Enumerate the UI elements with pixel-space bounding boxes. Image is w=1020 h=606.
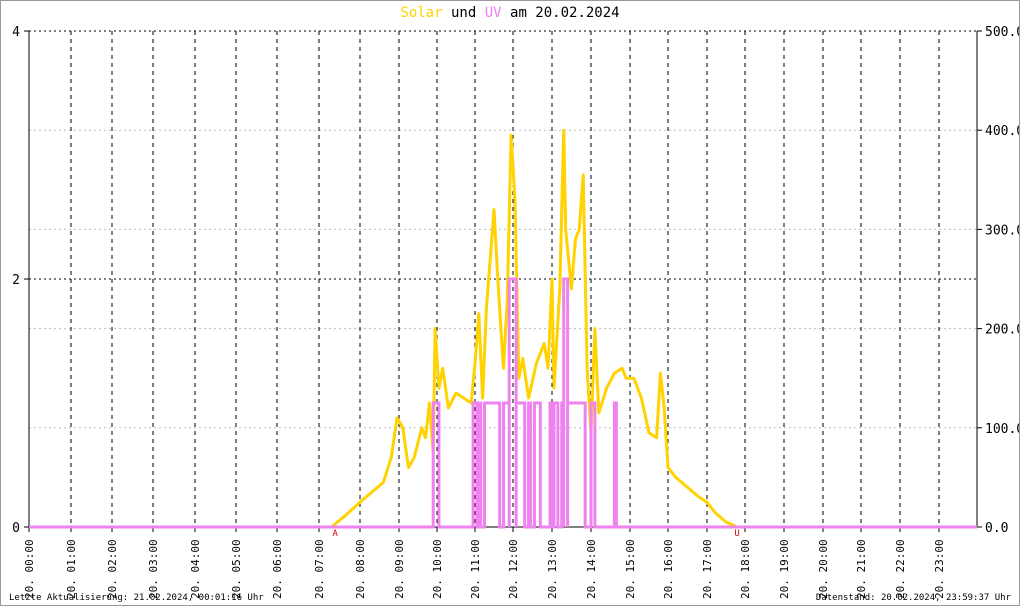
left-tick-label: 2 (12, 273, 20, 288)
right-tick-label: 0.0 (985, 521, 1008, 536)
x-tick-label: 20. 13:00 (546, 539, 559, 599)
x-tick-label: 20. 00:00 (23, 539, 36, 599)
x-tick-label: 20. 20:00 (817, 539, 830, 599)
x-tick-label: 20. 11:00 (469, 539, 482, 599)
last-update: Letzte Aktualisierung: 21.02.2024, 00:01… (9, 593, 264, 603)
right-tick-label: 400.0 (985, 124, 1019, 139)
data-timestamp: Datenstand: 20.02.2024, 23:59:37 Uhr (815, 593, 1011, 603)
x-tick-label: 20. 23:00 (933, 539, 946, 599)
sunrise-marker: A (332, 529, 338, 539)
right-tick-label: 100.0 (985, 422, 1019, 437)
left-tick-label: 4 (12, 25, 20, 40)
x-tick-label: 20. 05:00 (230, 539, 243, 599)
uv-line (29, 277, 977, 529)
x-tick-label: 20. 15:00 (624, 539, 637, 599)
x-tick-label: 20. 09:00 (393, 539, 406, 599)
x-tick-label: 20. 21:00 (855, 539, 868, 599)
chart-window: Solar und UV am 20.02.2024 0.0100.0200.0… (0, 0, 1020, 606)
x-tick-label: 20. 14:00 (585, 539, 598, 599)
plot-area: 0.0 100.0 200.0 300.0 400.0 500.0 0 2 4 20. 00:00… (12, 25, 1019, 599)
x-tick-label: 20. 18:00 (739, 539, 752, 599)
x-tick-label: 20. 02:00 (106, 539, 119, 599)
sunset-marker: U (734, 529, 739, 539)
x-tick-label: 20. 16:00 (662, 539, 675, 599)
x-tick-label: 20. 17:00 (701, 539, 714, 599)
x-tick-label: 20. 06:00 (271, 539, 284, 599)
x-tick-label: 20. 19:00 (778, 539, 791, 599)
left-tick-label: 0 (12, 521, 20, 536)
x-tick-label: 20. 04:00 (189, 539, 202, 599)
x-tick-label: 20. 10:00 (431, 539, 444, 599)
right-tick-label: 500.0 (985, 25, 1019, 40)
x-tick-label: 20. 03:00 (147, 539, 160, 599)
right-tick-label: 300.0 (985, 223, 1019, 238)
x-tick-label: 20. 22:00 (894, 539, 907, 599)
x-tick-label: 20. 12:00 (507, 539, 520, 599)
x-tick-label: 20. 07:00 (313, 539, 326, 599)
x-tick-label: 20. 01:00 (65, 539, 78, 599)
x-tick-label: 20. 08:00 (354, 539, 367, 599)
right-tick-label: 200.0 (985, 323, 1019, 338)
